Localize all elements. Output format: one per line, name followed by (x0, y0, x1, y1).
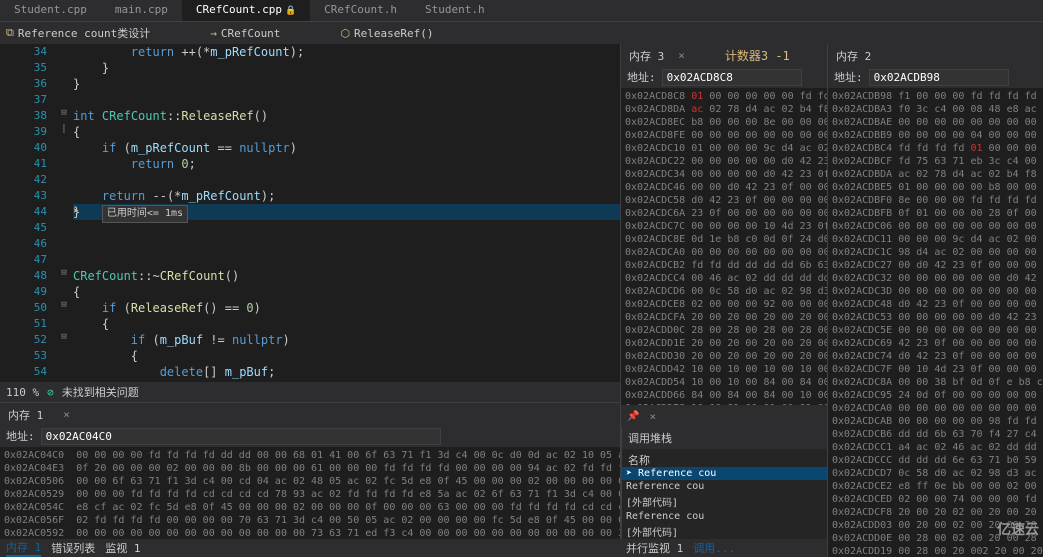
tab-crefcount-cpp[interactable]: CRefCount.cpp (182, 0, 310, 21)
tab-crefcount-h[interactable]: CRefCount.h (310, 0, 411, 21)
breadcrumb: ⧉Reference count类设计 →CRefCount ⬡ReleaseR… (0, 22, 1043, 44)
close-icon[interactable]: × (649, 410, 656, 423)
right-bottom-tabs: 并行监视 1 调用... (620, 539, 827, 557)
footer-tab-mem1[interactable]: 内存 1 (6, 539, 41, 557)
pin-icon[interactable]: 📌 (627, 411, 639, 422)
class-icon: → (210, 27, 217, 40)
file-tabs: Student.cpp main.cpp CRefCount.cpp CRefC… (0, 0, 1043, 22)
mem2-title: 内存 2 (834, 46, 879, 64)
mem3-address-input[interactable] (662, 69, 802, 86)
tab-student-cpp[interactable]: Student.cpp (0, 0, 101, 21)
footer-tab-callstack[interactable]: 调用... (693, 540, 735, 556)
mem2-hex-view[interactable]: 0x02ACDB98 f1 00 00 00 fd fd fd fd 6e 63… (828, 88, 1043, 557)
line-numbers: 3435363738394041424344454647484950515253… (0, 44, 55, 382)
callstack-title: 调用堆栈 (622, 427, 827, 449)
footer-tab-parallel-watch[interactable]: 并行监视 1 (626, 540, 683, 556)
mem1-title: 内存 1 (6, 405, 51, 423)
code-area[interactable]: return ++(*m_pRefCount); }}int CRefCount… (73, 44, 620, 382)
counter-label: 计数器3 -1 (725, 47, 790, 64)
footer-tab-errors[interactable]: 错误列表 (51, 540, 95, 556)
fold-margin[interactable]: ⊟|⊟⊟⊟ (55, 44, 73, 382)
bottom-tabs: 内存 1 错误列表 监视 1 (0, 539, 620, 557)
check-icon: ⊘ (47, 386, 54, 399)
watermark-logo: 亿速云 (997, 519, 1039, 539)
zoom-level[interactable]: 110 % (6, 386, 39, 399)
addr-label: 地址: (834, 69, 863, 85)
mem1-address-input[interactable] (41, 428, 441, 445)
mem2-address-input[interactable] (869, 69, 1009, 86)
breadcrumb-method[interactable]: ⬡ReleaseRef() (340, 27, 433, 40)
code-editor[interactable]: 3435363738394041424344454647484950515253… (0, 44, 620, 382)
breadcrumb-project[interactable]: ⧉Reference count类设计 (6, 25, 150, 41)
close-icon[interactable]: × (678, 49, 685, 62)
tab-main-cpp[interactable]: main.cpp (101, 0, 182, 21)
project-icon: ⧉ (6, 26, 14, 40)
tab-student-h[interactable]: Student.h (411, 0, 499, 21)
callstack-name-header: 名称 (622, 449, 827, 467)
method-icon: ⬡ (340, 27, 350, 40)
mem3-hex-view[interactable]: 0x02ACD8C8 01 00 00 00 00 00 fd fd 75 63… (621, 88, 827, 405)
close-icon[interactable]: × (63, 408, 70, 421)
mem3-title: 内存 3 (627, 46, 672, 64)
addr-label: 地址: (627, 69, 656, 85)
footer-tab-watch[interactable]: 监视 1 (105, 540, 140, 556)
breadcrumb-class[interactable]: →CRefCount (210, 27, 280, 40)
addr-label: 地址: (6, 428, 35, 444)
editor-status: 110 % ⊘ 未找到相关问题 (0, 382, 620, 402)
status-message: 未找到相关问题 (62, 384, 139, 400)
